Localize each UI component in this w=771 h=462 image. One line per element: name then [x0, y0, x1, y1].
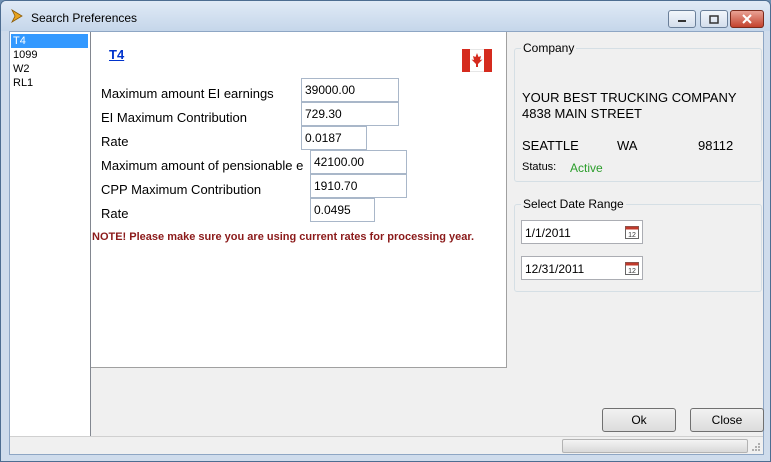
end-date-value: 12/31/2011	[525, 262, 585, 276]
minimize-icon	[678, 20, 686, 22]
cpp-contribution-label: CPP Maximum Contribution	[101, 182, 262, 197]
ok-button[interactable]: Ok	[602, 408, 676, 432]
maximize-button[interactable]	[700, 10, 728, 28]
close-icon	[742, 14, 752, 24]
company-name: YOUR BEST TRUCKING COMPANY	[522, 90, 737, 105]
date-range-group-title: Select Date Range	[521, 197, 626, 211]
calendar-icon[interactable]: 12	[625, 225, 639, 239]
cpp-contribution-input[interactable]: 1910.70	[310, 174, 407, 198]
status-value: Active	[570, 161, 603, 175]
title-bar[interactable]: Search Preferences	[1, 1, 770, 31]
ei-rate-input[interactable]: 0.0187	[301, 126, 367, 150]
list-item-w2[interactable]: W2	[11, 62, 88, 76]
panel-title-link[interactable]: T4	[109, 47, 124, 62]
status-label: Status:	[522, 161, 557, 173]
search-preferences-window: Search Preferences T4 1099 W2 RL1 T4 Max…	[0, 0, 771, 462]
ei-earnings-label: Maximum amount EI earnings	[101, 86, 274, 101]
form-type-list[interactable]: T4 1099 W2 RL1	[10, 32, 91, 436]
status-bar	[10, 436, 763, 454]
rates-warning-note: NOTE! Please make sure you are using cur…	[92, 231, 475, 243]
dialog-client-area: T4 1099 W2 RL1 T4 Maximum amount EI earn…	[9, 31, 764, 455]
resize-grip-icon[interactable]	[751, 442, 761, 452]
cpp-rate-input[interactable]: 0.0495	[310, 198, 375, 222]
ei-rate-label: Rate	[101, 134, 129, 149]
window-title: Search Preferences	[31, 11, 138, 25]
list-item-t4[interactable]: T4	[11, 34, 88, 48]
list-item-rl1[interactable]: RL1	[11, 76, 88, 90]
ei-contribution-label: EI Maximum Contribution	[101, 110, 247, 125]
svg-text:12: 12	[628, 232, 636, 239]
date-range-group: Select Date Range 1/1/2011 12 12/31/2011…	[514, 197, 762, 292]
company-street: 4838 MAIN STREET	[522, 106, 642, 121]
close-window-button[interactable]	[730, 10, 764, 28]
calendar-icon[interactable]: 12	[625, 261, 639, 275]
end-date-picker[interactable]: 12/31/2011 12	[521, 256, 643, 280]
maximize-icon	[709, 14, 719, 24]
app-icon	[11, 9, 23, 23]
company-state: WA	[617, 138, 638, 153]
cpp-rate-label: Rate	[101, 206, 129, 221]
t4-settings-panel: T4 Maximum amount EI earnings 39000.00 E…	[91, 32, 507, 368]
company-city: SEATTLE	[522, 138, 579, 153]
svg-text:12: 12	[628, 268, 636, 275]
start-date-value: 1/1/2011	[525, 226, 571, 240]
company-group-title: Company	[521, 41, 577, 55]
minimize-button[interactable]	[668, 10, 696, 28]
start-date-picker[interactable]: 1/1/2011 12	[521, 220, 643, 244]
close-button[interactable]: Close	[690, 408, 764, 432]
company-group: Company YOUR BEST TRUCKING COMPANY 4838 …	[514, 41, 762, 182]
list-item-1099[interactable]: 1099	[11, 48, 88, 62]
pensionable-earnings-label: Maximum amount of pensionable e	[101, 158, 304, 173]
canada-flag-icon	[462, 49, 492, 72]
progress-bar	[562, 439, 748, 453]
ei-earnings-input[interactable]: 39000.00	[301, 78, 399, 102]
company-zip: 98112	[698, 138, 734, 153]
pensionable-earnings-input[interactable]: 42100.00	[310, 150, 407, 174]
ei-contribution-input[interactable]: 729.30	[301, 102, 399, 126]
